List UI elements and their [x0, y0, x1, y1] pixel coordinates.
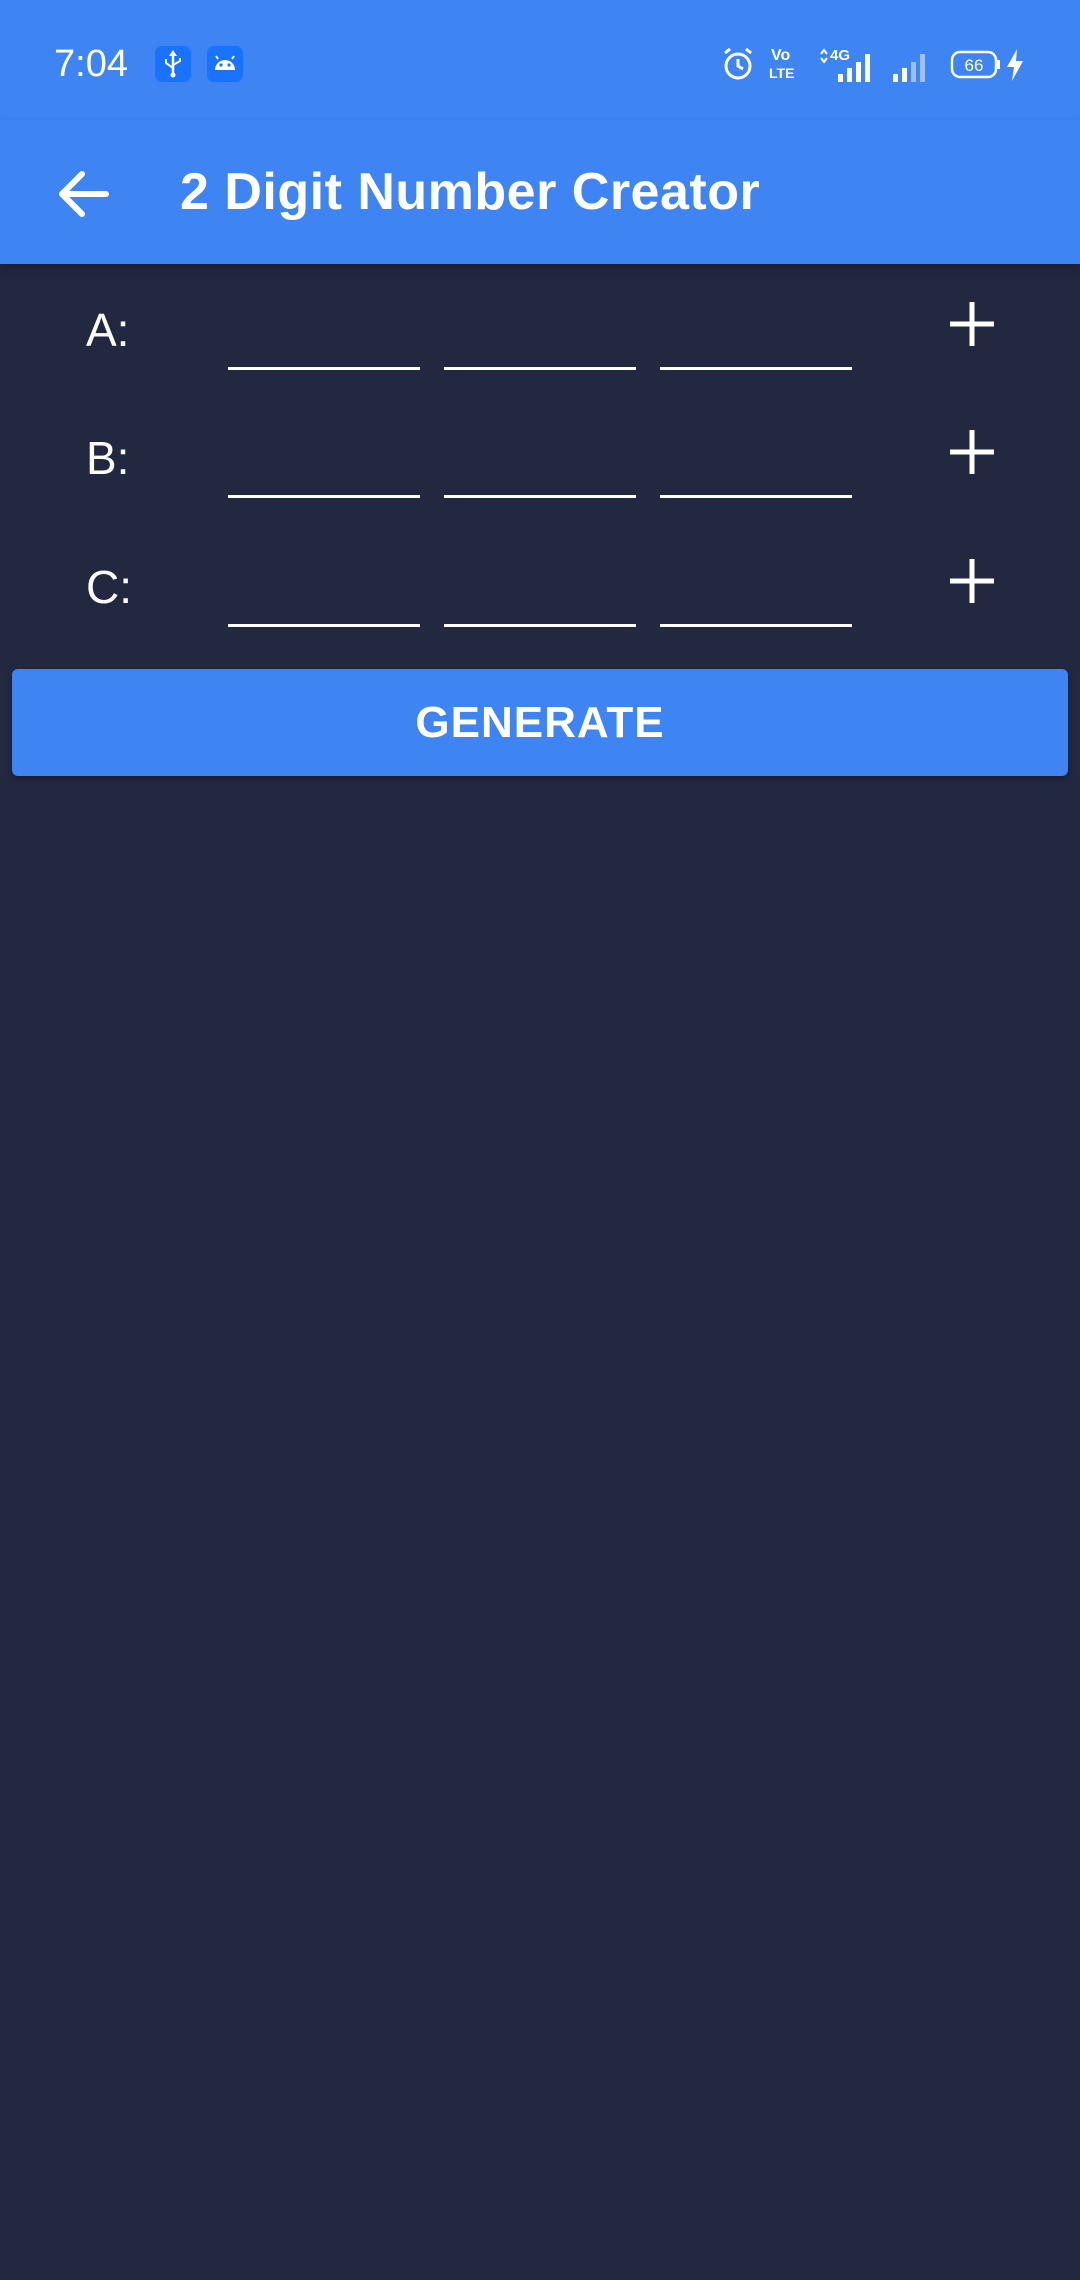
add-button-c[interactable] — [936, 545, 1008, 617]
svg-text:LTE: LTE — [769, 65, 794, 81]
volte-icon: Vo LTE — [768, 44, 808, 89]
signal-icon — [890, 46, 934, 89]
row-label-a: A: — [86, 304, 130, 356]
status-time: 7:04 — [54, 43, 128, 85]
row-a-field-1[interactable] — [228, 284, 420, 370]
signal-4g-icon: 4G — [818, 46, 878, 89]
row-a: A: — [0, 270, 1080, 398]
row-c: C: — [0, 527, 1080, 655]
alarm-icon — [720, 44, 756, 89]
row-b-field-3[interactable] — [660, 412, 852, 498]
row-c-field-2[interactable] — [444, 541, 636, 627]
android-icon — [207, 46, 243, 82]
screen: 7:04 Vo LTE 4G 66 2 Digit Number Creator… — [0, 0, 1080, 2280]
row-b-field-1[interactable] — [228, 412, 420, 498]
usb-icon — [155, 46, 191, 82]
add-button-b[interactable] — [936, 416, 1008, 488]
status-bar: 7:04 Vo LTE 4G 66 — [0, 0, 1080, 120]
battery-level: 66 — [965, 56, 984, 75]
row-a-field-3[interactable] — [660, 284, 852, 370]
charging-icon — [1004, 48, 1026, 87]
page-title: 2 Digit Number Creator — [180, 163, 761, 221]
plus-icon — [950, 430, 994, 474]
plus-icon — [950, 559, 994, 603]
row-label-c: C: — [86, 561, 132, 613]
arrow-back-icon — [59, 171, 109, 217]
back-button[interactable] — [40, 150, 128, 238]
add-button-a[interactable] — [936, 288, 1008, 360]
network-type-label: 4G — [830, 47, 850, 64]
row-b: B: — [0, 398, 1080, 526]
plus-icon — [950, 302, 994, 346]
battery-icon: 66 — [950, 50, 1002, 85]
generate-button[interactable]: GENERATE — [12, 669, 1068, 776]
row-c-field-1[interactable] — [228, 541, 420, 627]
row-c-field-3[interactable] — [660, 541, 852, 627]
row-label-b: B: — [86, 432, 130, 484]
app-bar: 2 Digit Number Creator — [0, 120, 1080, 264]
svg-text:Vo: Vo — [771, 47, 790, 64]
row-b-field-2[interactable] — [444, 412, 636, 498]
row-a-field-2[interactable] — [444, 284, 636, 370]
